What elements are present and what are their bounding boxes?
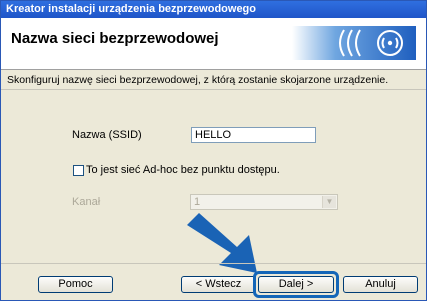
pointer-arrow-icon <box>187 213 257 273</box>
ssid-input[interactable]: HELLO <box>191 127 316 143</box>
description-divider <box>1 89 426 90</box>
header-divider <box>1 69 426 70</box>
back-button[interactable]: < Wstecz <box>181 276 256 293</box>
channel-select: 1 ▼ <box>190 194 338 210</box>
wireless-signal-icon <box>292 26 416 60</box>
adhoc-label[interactable]: To jest sieć Ad-hoc bez punktu dostępu. <box>86 164 280 176</box>
button-bar-divider <box>1 263 426 264</box>
title-bar: Kreator instalacji urządzenia bezprzewod… <box>1 1 426 18</box>
channel-value: 1 <box>194 196 201 208</box>
cancel-button[interactable]: Anuluj <box>343 276 418 293</box>
adhoc-checkbox[interactable] <box>73 165 84 176</box>
help-button[interactable]: Pomoc <box>38 276 113 293</box>
chevron-down-icon: ▼ <box>322 196 336 208</box>
page-title: Nazwa sieci bezprzewodowej <box>11 30 219 47</box>
channel-label: Kanał <box>72 196 101 208</box>
description-text: Skonfiguruj nazwę sieci bezprzewodowej, … <box>7 74 389 86</box>
ssid-label: Nazwa (SSID) <box>72 129 142 141</box>
next-button[interactable]: Dalej > <box>258 276 334 293</box>
wizard-window: Kreator instalacji urządzenia bezprzewod… <box>0 0 427 301</box>
